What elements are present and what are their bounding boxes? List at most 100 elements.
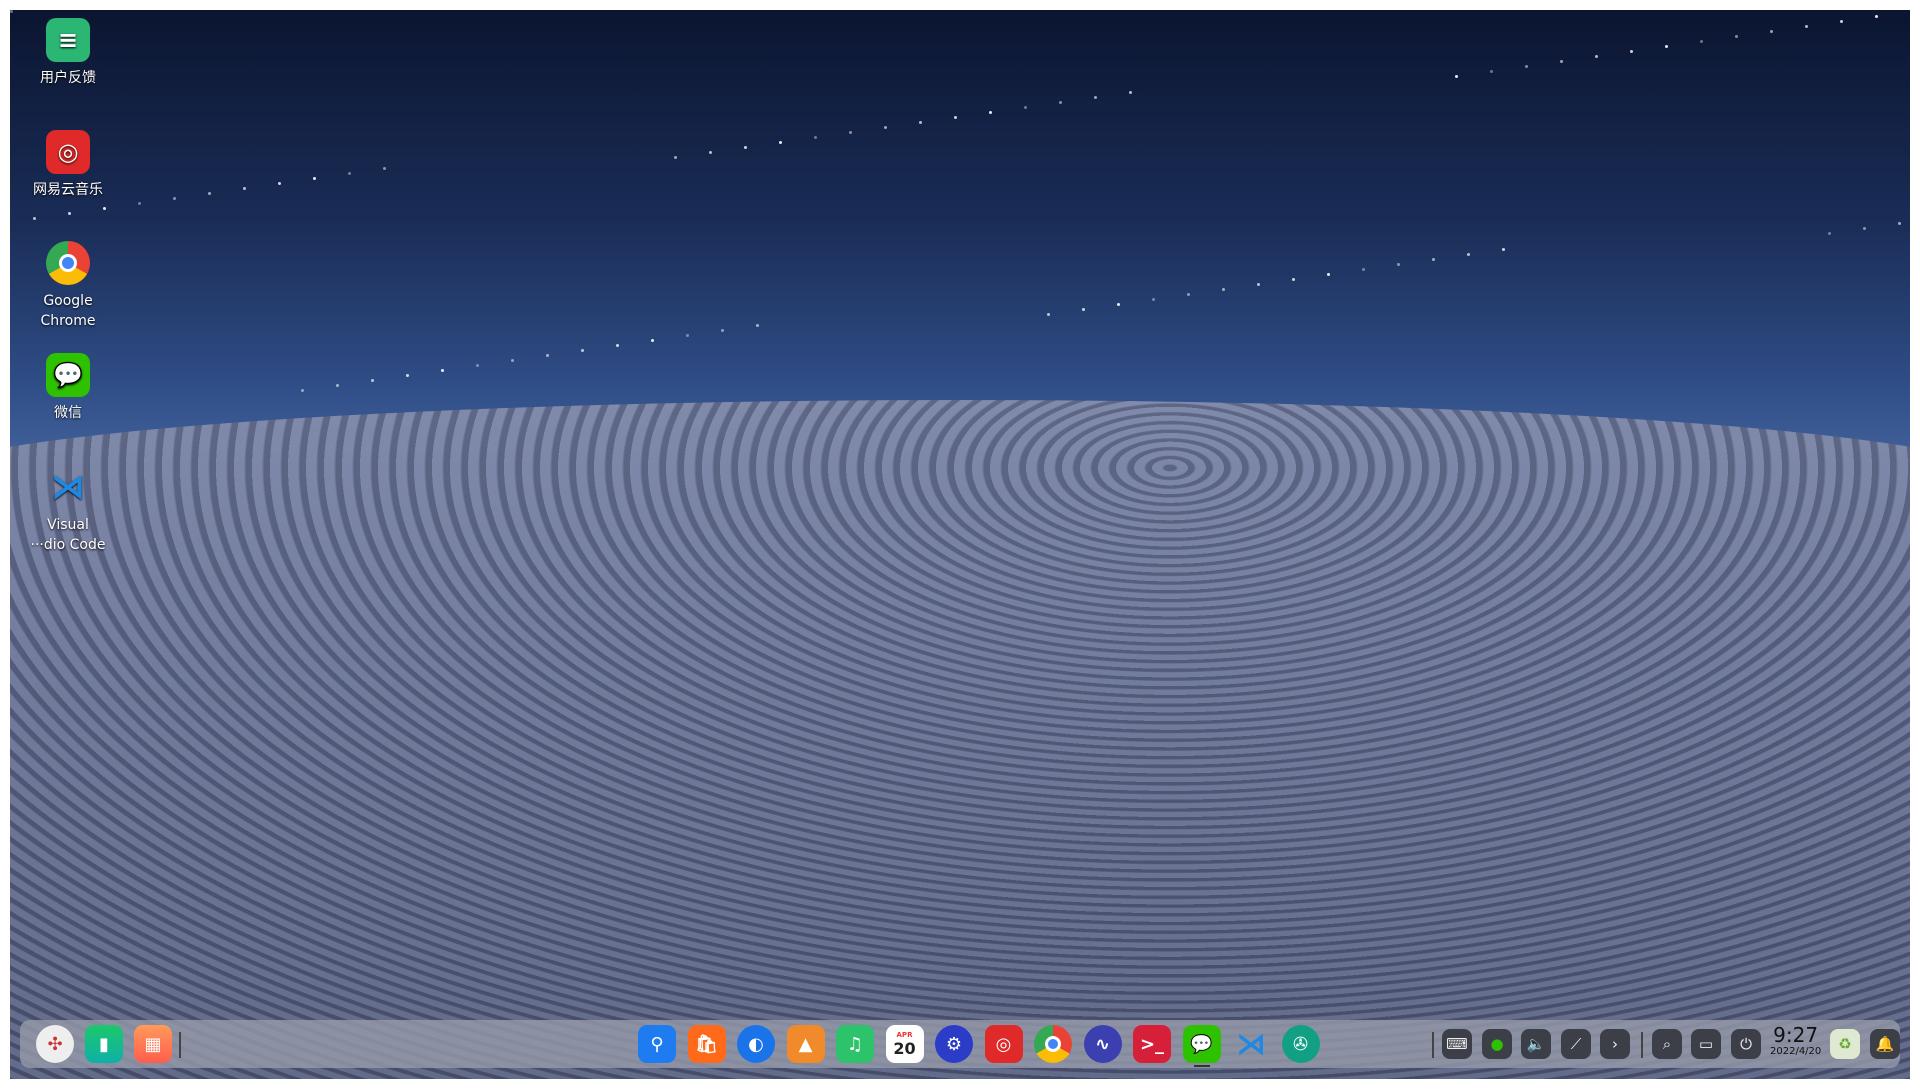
star [1525,65,1528,68]
volume-icon[interactable]: 🔈 [1521,1029,1551,1059]
store-icon[interactable]: 🛍 [687,1025,726,1063]
star [1082,308,1085,311]
star [814,136,817,139]
browser-icon[interactable]: ◐ [737,1025,775,1063]
search-icon[interactable]: ⌕ [1652,1029,1682,1059]
cpu-monitor-icon[interactable]: ∿ [1083,1025,1122,1063]
star [1665,45,1668,48]
star [301,389,304,392]
star [1432,258,1435,261]
star [1898,222,1901,225]
star [348,172,351,175]
wechat-icon[interactable]: 💬 [1182,1025,1221,1063]
star [1805,25,1808,28]
star [68,212,71,215]
star [383,167,386,170]
star [1129,91,1132,94]
star [686,334,689,337]
star [674,156,677,159]
star [954,116,957,119]
star [1560,60,1563,63]
star [1700,40,1703,43]
star [884,126,887,129]
dock-separator [1641,1032,1643,1058]
launcher-icon[interactable]: ✣ [36,1025,74,1063]
desktop-icon-chrome[interactable]: Google Chrome [18,241,118,331]
star [1490,70,1493,73]
star [721,329,724,332]
star [1292,278,1295,281]
dock-separator [179,1032,181,1058]
settings-icon[interactable]: ⚙ [935,1025,973,1063]
desktop-icon-netease-music[interactable]: ◎ 网易云音乐 [18,130,118,200]
star [1630,50,1633,53]
photo-icon[interactable]: ▲ [786,1025,825,1063]
star [511,359,514,362]
star [173,197,176,200]
vscode-icon[interactable]: ⋊ [1232,1025,1270,1063]
dock-separator [1432,1032,1434,1058]
star [1840,20,1843,23]
star [849,131,852,134]
multitask-icon[interactable]: ▦ [134,1025,172,1063]
wechat-tray-icon[interactable]: ● [1482,1029,1512,1059]
trash-icon[interactable]: ♻ [1830,1029,1860,1059]
star [1187,293,1190,296]
star [1327,273,1330,276]
aperture-icon[interactable]: ✇ [1281,1025,1320,1063]
star [278,182,281,185]
star [1117,303,1120,306]
star [1502,248,1505,251]
star [441,369,444,372]
star [1770,30,1773,33]
calendar-icon[interactable]: APR 20 [885,1025,924,1063]
star [1455,75,1458,78]
star [756,324,759,327]
folder-icon[interactable]: ⚲ [638,1025,676,1063]
keyboard-icon[interactable]: ⌨ [1442,1029,1472,1059]
desktop-icon-wechat[interactable]: 💬 微信 [18,353,118,423]
terminal-icon[interactable]: >_ [1133,1025,1171,1063]
desktop-icon-label: 微信 [54,405,82,421]
vscode-icon: ⋊ [51,467,85,507]
star [336,384,339,387]
star [406,374,409,377]
desktop-icon-label: 网易云音乐 [33,182,103,198]
netease-music-icon: ◎ [46,130,90,174]
star [1257,283,1260,286]
star [581,349,584,352]
onscreen-keyboard-icon[interactable]: ▭ [1691,1029,1721,1059]
star [709,151,712,154]
desktop-icon[interactable]: ▮ [85,1025,123,1063]
star [919,121,922,124]
star [138,202,141,205]
wallpaper-dune [10,400,1910,1079]
calendar-day: 20 [893,1038,916,1058]
bell-icon[interactable]: 🔔 [1870,1029,1900,1059]
star [1152,298,1155,301]
netease-music-icon[interactable]: ◎ [984,1025,1023,1063]
desktop-icon-feedback[interactable]: ≡ 用户反馈 [18,18,118,88]
star [1094,96,1097,99]
star [103,207,106,210]
star [1222,288,1225,291]
star [989,111,992,114]
star [1735,35,1738,38]
feedback-icon: ≡ [46,18,90,62]
star [779,141,782,144]
music-icon[interactable]: ♫ [836,1025,874,1063]
star [1875,15,1878,18]
power-icon[interactable]: ⏻ [1731,1029,1761,1059]
star [10,10,13,13]
clock[interactable]: 9:27 2022/4/20 [1770,1024,1821,1057]
dock: ✣ ▮ ▦ ⚲ 🛍 ◐ ▲ ♫ APR 20 ⚙ ◎ ∿ >_ 💬 ⋊ ✇ ⌨ ● 🔈 ⟋ › ⌕ ▭ ⏻… [20,1020,1900,1068]
star [1059,101,1062,104]
network-icon[interactable]: ⟋ [1561,1029,1591,1059]
chrome-icon[interactable] [1034,1025,1072,1063]
star [476,364,479,367]
star [1828,232,1831,235]
desktop-icon-vscode[interactable]: ⋊ Visual ···dio Code [18,465,118,555]
star [1024,106,1027,109]
star [1397,263,1400,266]
chevron-right-icon[interactable]: › [1600,1029,1630,1059]
